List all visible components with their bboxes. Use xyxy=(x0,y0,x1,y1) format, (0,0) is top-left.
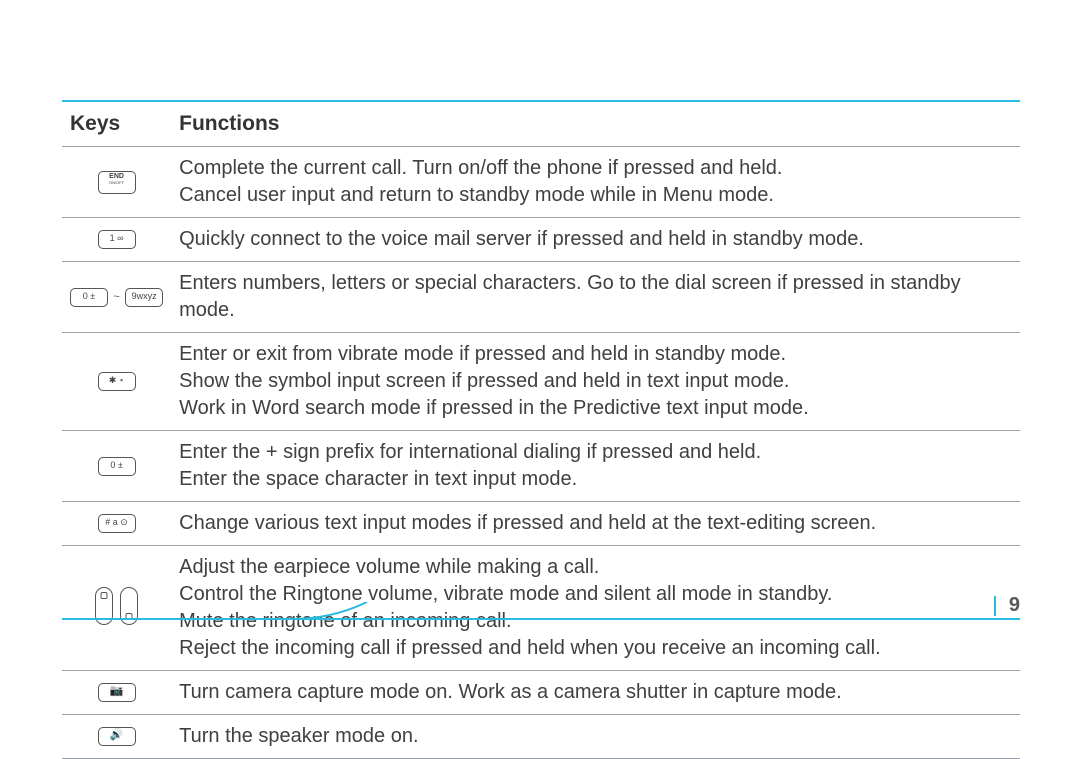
fn-text: Quickly connect to the voice mail server… xyxy=(179,228,864,250)
digit-0-key-icon: 0 ± xyxy=(70,288,108,307)
fn-cell: Change various text input modes if press… xyxy=(171,502,1020,546)
speaker-key-icon xyxy=(98,727,136,746)
footer-rule xyxy=(62,618,1020,620)
fn-cell: Turn the speaker mode on. xyxy=(171,715,1020,759)
fn-text: Complete the current call. Turn on/off t… xyxy=(179,157,782,206)
table-row: 1 ∞ Quickly connect to the voice mail se… xyxy=(62,218,1020,262)
key-star: ✱ ⋆ xyxy=(62,333,171,431)
fn-cell: Enter the + sign prefix for internationa… xyxy=(171,431,1020,502)
fn-text: Enters numbers, letters or special chara… xyxy=(179,272,960,321)
table-header-row: Keys Functions xyxy=(62,100,1020,147)
fn-cell: Enters numbers, letters or special chara… xyxy=(171,262,1020,333)
fn-text: Enter the + sign prefix for internationa… xyxy=(179,441,761,490)
table-row: 0 ± Enter the + sign prefix for internat… xyxy=(62,431,1020,502)
fn-cell: Turn camera capture mode on. Work as a c… xyxy=(171,671,1020,715)
end-key-icon: END ON/OFF xyxy=(98,171,136,194)
range-tilde: ~ xyxy=(111,290,121,305)
fn-text: Turn the speaker mode on. xyxy=(179,725,418,747)
table-row: 0 ± ~ 9wxyz Enters numbers, letters or s… xyxy=(62,262,1020,333)
digit-9-key-icon: 9wxyz xyxy=(125,288,163,307)
digit-1-key-icon: 1 ∞ xyxy=(98,230,136,249)
table-row: END ON/OFF Complete the current call. Tu… xyxy=(62,147,1020,218)
fn-cell: Quickly connect to the voice mail server… xyxy=(171,218,1020,262)
key-camera xyxy=(62,671,171,715)
fn-cell: Complete the current call. Turn on/off t… xyxy=(171,147,1020,218)
fn-text: Enter or exit from vibrate mode if press… xyxy=(179,343,809,419)
fn-text: Turn camera capture mode on. Work as a c… xyxy=(179,681,842,703)
fn-cell: Enter or exit from vibrate mode if press… xyxy=(171,333,1020,431)
camera-key-icon xyxy=(98,683,136,702)
table-row: ✱ ⋆ Enter or exit from vibrate mode if p… xyxy=(62,333,1020,431)
page-footer: 9 xyxy=(62,600,1020,620)
key-speaker xyxy=(62,715,171,759)
key-end: END ON/OFF xyxy=(62,147,171,218)
table-row: Turn camera capture mode on. Work as a c… xyxy=(62,671,1020,715)
digit-0-key-icon: 0 ± xyxy=(98,457,136,476)
key-0-to-9: 0 ± ~ 9wxyz xyxy=(62,262,171,333)
header-keys: Keys xyxy=(62,100,171,147)
key-1: 1 ∞ xyxy=(62,218,171,262)
table-row: Turn the speaker mode on. xyxy=(62,715,1020,759)
header-functions: Functions xyxy=(171,100,1020,147)
star-key-icon: ✱ ⋆ xyxy=(98,372,136,391)
fn-text: Change various text input modes if press… xyxy=(179,512,876,534)
hash-key-icon: # a ⊙ xyxy=(98,514,136,533)
table-row: # a ⊙ Change various text input modes if… xyxy=(62,502,1020,546)
footer-divider xyxy=(994,596,996,616)
key-hash: # a ⊙ xyxy=(62,502,171,546)
footer-curve xyxy=(292,602,372,620)
page-content: Keys Functions END ON/OFF Complete the c… xyxy=(62,100,1020,759)
keys-functions-table: Keys Functions END ON/OFF Complete the c… xyxy=(62,100,1020,759)
page-number: 9 xyxy=(1009,594,1020,617)
key-0: 0 ± xyxy=(62,431,171,502)
